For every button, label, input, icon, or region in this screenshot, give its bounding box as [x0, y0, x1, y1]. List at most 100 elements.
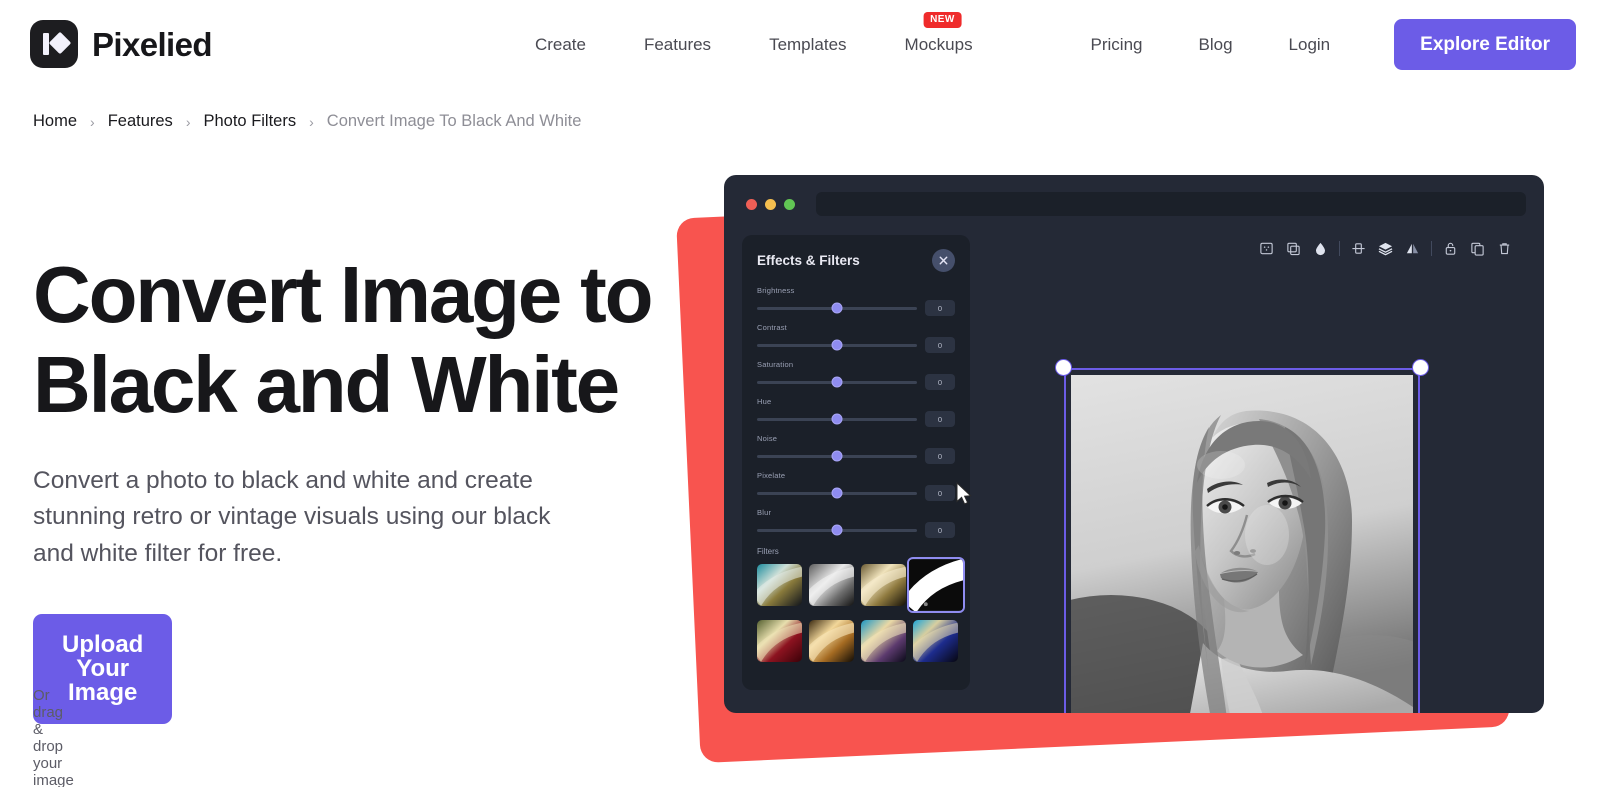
slider-label: Contrast: [757, 323, 787, 332]
nav-item-login[interactable]: Login: [1261, 36, 1359, 53]
nav-item-features[interactable]: Features: [615, 36, 740, 53]
slider-value[interactable]: 0: [925, 411, 955, 427]
filter-thumb-crimson[interactable]: [757, 620, 802, 662]
filter-thumb-sepia[interactable]: [861, 564, 906, 606]
image-selection[interactable]: [1055, 359, 1429, 713]
slider-track[interactable]: [757, 524, 917, 536]
slider-track[interactable]: [757, 302, 917, 314]
slider-thumb[interactable]: [831, 302, 843, 314]
nav-item-mockups[interactable]: NEW Mockups: [876, 11, 1002, 54]
address-bar[interactable]: [816, 192, 1526, 216]
nav-item-mockups-label: Mockups: [904, 34, 973, 54]
edited-photo-bw-portrait[interactable]: [1071, 375, 1413, 713]
filter-thumb-bw-high[interactable]: [907, 557, 965, 613]
filter-thumb-cyan[interactable]: [861, 620, 906, 662]
filter-thumb-grayscale[interactable]: [809, 564, 854, 606]
nav-item-pricing[interactable]: Pricing: [1063, 36, 1171, 53]
maximize-window-dot[interactable]: [784, 198, 795, 210]
flip-horizontal-icon[interactable]: [1399, 241, 1426, 256]
slider-label: Pixelate: [757, 471, 786, 480]
slider-track[interactable]: [757, 339, 917, 351]
effects-filters-panel: Effects & Filters Brightness 0 Contrast …: [742, 235, 973, 690]
slider-pixelate: Pixelate 0: [757, 471, 955, 501]
filter-thumb-amber[interactable]: [809, 620, 854, 662]
toolbar-separator: [1431, 241, 1432, 256]
breadcrumb: Home › Features › Photo Filters › Conver…: [33, 112, 581, 131]
slider-track[interactable]: [757, 487, 917, 499]
slider-blur: Blur 0: [757, 508, 955, 538]
slider-hue: Hue 0: [757, 397, 955, 427]
breadcrumb-item-photo-filters[interactable]: Photo Filters: [203, 112, 296, 131]
nav-item-create[interactable]: Create: [506, 36, 615, 53]
slider-track[interactable]: [757, 376, 917, 388]
site-header: Pixelied Create Features Templates NEW M…: [0, 0, 1610, 88]
slider-track[interactable]: [757, 413, 917, 425]
page-title: Convert Image to Black and White: [33, 250, 653, 430]
selection-handle-top-left[interactable]: [1055, 359, 1072, 376]
slider-value[interactable]: 0: [925, 374, 955, 390]
traffic-lights: [746, 198, 795, 210]
duplicate-layer-icon[interactable]: [1280, 241, 1307, 256]
selection-handle-top-right[interactable]: [1412, 359, 1429, 376]
brand-logo[interactable]: Pixelied: [30, 20, 213, 68]
slider-contrast: Contrast 0: [757, 323, 955, 353]
editor-mockup: Effects & Filters Brightness 0 Contrast …: [676, 150, 1580, 770]
slider-thumb[interactable]: [831, 524, 843, 536]
slider-value[interactable]: 0: [925, 300, 955, 316]
brand-name: Pixelied: [92, 25, 213, 63]
nav-new-badge: NEW: [923, 11, 962, 28]
slider-thumb[interactable]: [831, 487, 843, 499]
breadcrumb-item-features[interactable]: Features: [108, 112, 173, 131]
slider-label: Saturation: [757, 360, 794, 369]
breadcrumb-item-home[interactable]: Home: [33, 112, 77, 131]
slider-label: Noise: [757, 434, 778, 443]
slider-thumb[interactable]: [831, 339, 843, 351]
hero-subtitle: Convert a photo to black and white and c…: [33, 467, 551, 567]
breadcrumb-separator: ›: [185, 113, 191, 130]
droplet-icon[interactable]: [1307, 241, 1334, 256]
breadcrumb-item-current: Convert Image To Black And White: [326, 112, 582, 130]
filters-grid: [757, 557, 965, 662]
close-icon[interactable]: [932, 249, 955, 272]
slider-value[interactable]: 0: [925, 485, 955, 501]
toolbar-separator: [1339, 241, 1340, 256]
slider-label: Brightness: [757, 286, 795, 295]
slider-value[interactable]: 0: [925, 337, 955, 353]
slider-label: Blur: [757, 508, 772, 517]
explore-editor-button[interactable]: Explore Editor: [1394, 18, 1576, 70]
main-nav: Create Features Templates NEW Mockups: [506, 11, 1002, 54]
panel-header: Effects & Filters: [757, 249, 955, 272]
slider-label: Hue: [757, 397, 772, 406]
slider-thumb[interactable]: [831, 450, 843, 462]
slider-thumb[interactable]: [831, 413, 843, 425]
slider-noise: Noise 0: [757, 434, 955, 464]
align-vertical-icon[interactable]: [1345, 241, 1372, 256]
slider-track[interactable]: [757, 450, 917, 462]
drag-drop-hint: Or drag & drop your image here: [33, 687, 74, 787]
lock-icon[interactable]: [1437, 241, 1464, 256]
slider-brightness: Brightness 0: [757, 286, 955, 316]
filter-thumb-azure[interactable]: [913, 620, 958, 662]
crop-icon[interactable]: [1253, 241, 1280, 256]
panel-title: Effects & Filters: [757, 253, 860, 268]
slider-value[interactable]: 0: [925, 448, 955, 464]
nav-item-blog[interactable]: Blog: [1171, 36, 1261, 53]
window-titlebar: [724, 175, 1544, 233]
slider-saturation: Saturation 0: [757, 360, 955, 390]
editor-window: Effects & Filters Brightness 0 Contrast …: [724, 175, 1544, 713]
page-root: Pixelied Create Features Templates NEW M…: [0, 0, 1610, 787]
slider-value[interactable]: 0: [925, 522, 955, 538]
trash-icon[interactable]: [1491, 241, 1518, 256]
slider-thumb[interactable]: [831, 376, 843, 388]
editor-toolbar: [1253, 241, 1518, 256]
nav-item-templates[interactable]: Templates: [740, 36, 875, 53]
layers-icon[interactable]: [1372, 241, 1399, 256]
copy-icon[interactable]: [1464, 241, 1491, 256]
editor-body: Effects & Filters Brightness 0 Contrast …: [724, 233, 1544, 713]
pointer-arrow-icon: [956, 481, 973, 511]
secondary-nav: Pricing Blog Login Explore Editor: [1063, 18, 1576, 70]
pixelied-logo-icon: [30, 20, 78, 68]
minimize-window-dot[interactable]: [765, 198, 776, 210]
filter-thumb-teal[interactable]: [757, 564, 802, 606]
close-window-dot[interactable]: [746, 198, 757, 210]
